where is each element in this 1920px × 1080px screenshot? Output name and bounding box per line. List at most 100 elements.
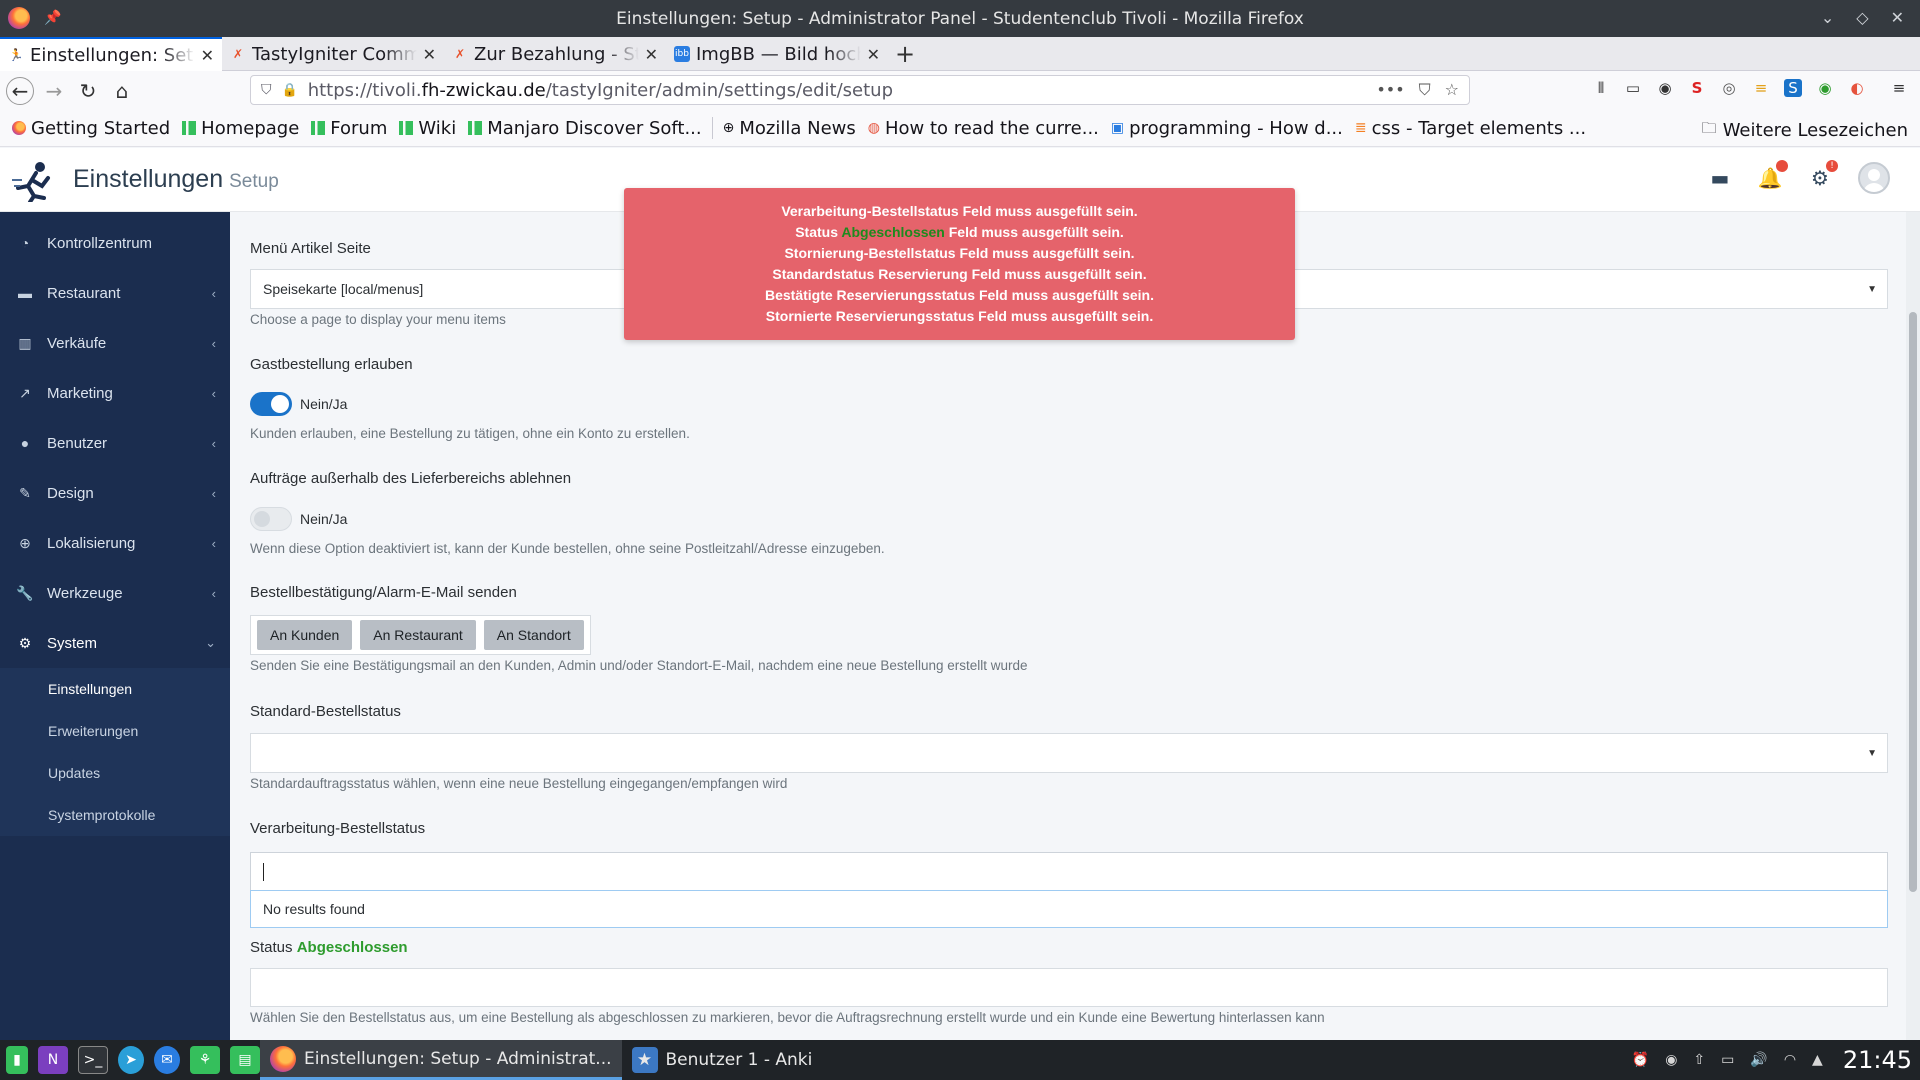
sidebar-item-marketing[interactable]: ↗ Marketing ‹ bbox=[0, 368, 230, 418]
reload-button[interactable]: ↻ bbox=[74, 77, 102, 105]
sidebar-item-werkzeuge[interactable]: 🔧 Werkzeuge ‹ bbox=[0, 568, 230, 618]
default-status-select[interactable]: ▼ bbox=[250, 733, 1888, 773]
extension-green-icon[interactable]: ◉ bbox=[1816, 79, 1834, 97]
pin-icon[interactable]: 📌 bbox=[44, 10, 61, 26]
chevron-left-icon: ‹ bbox=[211, 535, 216, 551]
url-bar[interactable]: ⛉ 🔒 https://tivoli.fh-zwickau.de/tastyIg… bbox=[250, 75, 1470, 105]
update-icon[interactable]: ⇧ bbox=[1693, 1052, 1705, 1068]
runner-logo-icon[interactable] bbox=[10, 160, 56, 202]
tab-label: Zur Bezahlung - Studentenclub bbox=[474, 43, 639, 65]
onenote-icon[interactable]: N bbox=[38, 1046, 68, 1074]
globe-icon: ⊕ bbox=[19, 534, 31, 551]
clock[interactable]: 21:45 bbox=[1843, 1046, 1912, 1074]
alert-line-status: Status Abgeschlossen Feld muss ausgefüll… bbox=[795, 224, 1124, 240]
folder-icon: 🗀 bbox=[1701, 119, 1717, 137]
more-actions-icon[interactable]: ••• bbox=[1376, 80, 1404, 100]
green-app-icon[interactable]: ⚘ bbox=[190, 1046, 220, 1074]
terminal-icon[interactable]: >_ bbox=[78, 1046, 108, 1074]
firefox-icon bbox=[12, 121, 26, 135]
sidebar-item-design[interactable]: ✎ Design ‹ bbox=[0, 468, 230, 518]
alarm-icon[interactable]: ⏰ bbox=[1632, 1052, 1649, 1068]
maximize-icon[interactable]: ◇ bbox=[1856, 8, 1868, 27]
manjaro-menu-icon[interactable]: ▮ bbox=[6, 1046, 28, 1074]
sidebar-item-benutzer[interactable]: ● Benutzer ‹ bbox=[0, 418, 230, 468]
avatar[interactable] bbox=[1858, 162, 1890, 194]
library-icon[interactable]: ⫴ bbox=[1592, 79, 1610, 97]
new-tab-button[interactable]: + bbox=[888, 37, 922, 70]
sidebar-item-restaurant[interactable]: ▬ Restaurant ‹ bbox=[0, 268, 230, 318]
site-red-icon: ◍ bbox=[867, 120, 880, 136]
tab-payment[interactable]: ✗ Zur Bezahlung - Studentenclub ✕ bbox=[444, 37, 666, 71]
extension-s-icon[interactable]: S bbox=[1688, 79, 1706, 97]
close-tab-icon[interactable]: ✕ bbox=[201, 46, 214, 65]
close-window-icon[interactable]: ✕ bbox=[1891, 8, 1904, 27]
to-location-button[interactable]: An Standort bbox=[483, 620, 584, 650]
sidebar-subitem-erweiterungen[interactable]: Erweiterungen bbox=[0, 710, 230, 752]
mail-icon[interactable]: ✉ bbox=[154, 1046, 180, 1074]
sidebar-item-kontrollzentrum[interactable]: ◔ Kontrollzentrum bbox=[0, 218, 230, 268]
dashboard-icon: ◔ bbox=[20, 235, 30, 251]
bookmark-forum[interactable]: Forum bbox=[305, 118, 393, 139]
store-icon[interactable]: ▬ bbox=[1708, 166, 1732, 190]
tab-imgbb[interactable]: ibb ImgBB — Bild hochladen ✕ bbox=[666, 37, 888, 71]
telegram-icon[interactable]: ➤ bbox=[118, 1046, 144, 1074]
order-email-buttons: An Kunden An Restaurant An Standort bbox=[250, 615, 591, 655]
sidebar-item-lokalisierung[interactable]: ⊕ Lokalisierung ‹ bbox=[0, 518, 230, 568]
bell-icon[interactable]: 🔔 bbox=[1758, 160, 1788, 190]
extension-badge-icon[interactable]: ◎ bbox=[1720, 79, 1738, 97]
bookmark-manjaro-discover[interactable]: Manjaro Discover Soft... bbox=[462, 118, 707, 139]
extension-s-blue-icon[interactable]: S bbox=[1784, 79, 1802, 97]
close-tab-icon[interactable]: ✕ bbox=[423, 45, 436, 64]
account-icon[interactable]: ◉ bbox=[1656, 79, 1674, 97]
processing-status-search-input[interactable] bbox=[250, 852, 1888, 891]
home-button[interactable]: ⌂ bbox=[108, 77, 136, 105]
bookmark-homepage[interactable]: Homepage bbox=[176, 118, 305, 139]
sidebar-subitem-systemprotokolle[interactable]: Systemprotokolle bbox=[0, 794, 230, 836]
sidebar-subitem-einstellungen[interactable]: Einstellungen bbox=[0, 668, 230, 710]
sidebar-toggle-icon[interactable]: ▭ bbox=[1624, 79, 1642, 97]
to-customer-button[interactable]: An Kunden bbox=[257, 620, 353, 650]
tab-settings[interactable]: 🏃 Einstellungen: Setup ✕ bbox=[0, 37, 222, 71]
sidebar-item-system[interactable]: ⚙ System ⌄ bbox=[0, 618, 230, 668]
completed-status-select[interactable] bbox=[250, 968, 1888, 1007]
pocket-icon[interactable]: ⛉ bbox=[1419, 80, 1431, 100]
sidebar-item-verkaeufe[interactable]: ▥ Verkäufe ‹ bbox=[0, 318, 230, 368]
bookmark-star-icon[interactable]: ☆ bbox=[1445, 80, 1459, 100]
sidebar-subitem-updates[interactable]: Updates bbox=[0, 752, 230, 794]
bookmark-mozilla-news[interactable]: ⊕ Mozilla News bbox=[717, 118, 862, 139]
file-manager-icon[interactable]: ▤ bbox=[230, 1046, 260, 1074]
scroll-thumb[interactable] bbox=[1909, 312, 1917, 892]
bookmark-programming[interactable]: ▣ programming - How d... bbox=[1105, 118, 1349, 139]
shield-icon[interactable]: ⛉ bbox=[261, 82, 272, 98]
close-tab-icon[interactable]: ✕ bbox=[645, 45, 658, 64]
taskbar-task-anki[interactable]: ★ Benutzer 1 - Anki bbox=[622, 1040, 823, 1080]
page-scrollbar[interactable] bbox=[1906, 212, 1920, 1040]
guest-order-toggle[interactable] bbox=[250, 392, 292, 416]
battery-icon[interactable]: ▭ bbox=[1721, 1052, 1734, 1068]
bookmark-getting-started[interactable]: Getting Started bbox=[6, 118, 176, 139]
more-bookmarks[interactable]: 🗀 Weitere Lesezeichen bbox=[1702, 118, 1908, 143]
bookmark-css-target[interactable]: ≣ css - Target elements ... bbox=[1349, 118, 1592, 139]
minimize-icon[interactable]: ⌄ bbox=[1821, 8, 1834, 27]
to-restaurant-button[interactable]: An Restaurant bbox=[360, 620, 476, 650]
forward-button[interactable]: → bbox=[40, 77, 68, 105]
lock-icon[interactable]: 🔒 bbox=[282, 83, 298, 98]
extension-red-icon[interactable]: ◐ bbox=[1848, 79, 1866, 97]
taskbar-task-firefox[interactable]: Einstellungen: Setup - Administrat... bbox=[260, 1040, 622, 1080]
tray-expand-icon[interactable]: ▲ bbox=[1812, 1052, 1823, 1068]
bookmark-how-to-read[interactable]: ◍ How to read the curre... bbox=[862, 118, 1105, 139]
line-chart-icon: ↗ bbox=[19, 384, 31, 401]
extension-stack-icon[interactable]: ≡ bbox=[1752, 79, 1770, 97]
menu-icon[interactable]: ≡ bbox=[1890, 79, 1908, 97]
close-tab-icon[interactable]: ✕ bbox=[867, 45, 880, 64]
wifi-icon[interactable]: ◠ bbox=[1784, 1052, 1796, 1068]
default-status-label: Standard-Bestellstatus bbox=[250, 703, 401, 720]
alert-line: Verarbeitung-Bestellstatus Feld muss aus… bbox=[781, 203, 1138, 219]
volume-icon[interactable]: 🔊 bbox=[1750, 1052, 1767, 1068]
reject-outside-toggle[interactable] bbox=[250, 507, 292, 531]
bookmark-wiki[interactable]: Wiki bbox=[393, 118, 462, 139]
settings-gear-icon[interactable]: ⚙! bbox=[1808, 160, 1838, 190]
tab-tastyigniter-community[interactable]: ✗ TastyIgniter Community ✕ bbox=[222, 37, 444, 71]
back-button[interactable]: ← bbox=[6, 76, 34, 105]
discord-icon[interactable]: ◉ bbox=[1665, 1052, 1677, 1068]
